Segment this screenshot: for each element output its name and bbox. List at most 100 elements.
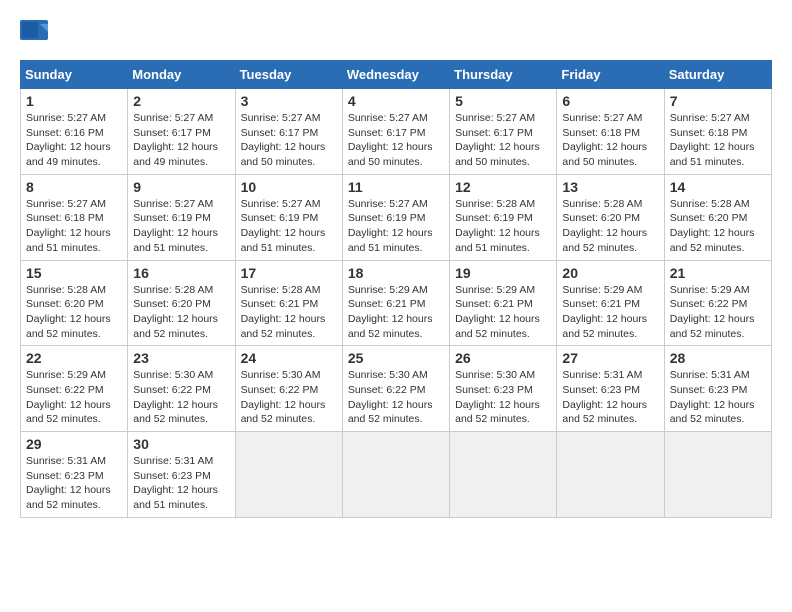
day-info: Sunrise: 5:27 AMSunset: 6:19 PMDaylight:… xyxy=(133,197,229,256)
calendar-cell: 6 Sunrise: 5:27 AMSunset: 6:18 PMDaylight… xyxy=(557,89,664,175)
calendar-cell xyxy=(557,432,664,518)
day-number: 23 xyxy=(133,350,229,366)
day-number: 21 xyxy=(670,265,766,281)
day-number: 8 xyxy=(26,179,122,195)
calendar-header-row: SundayMondayTuesdayWednesdayThursdayFrid… xyxy=(21,61,772,89)
calendar-cell xyxy=(235,432,342,518)
day-number: 29 xyxy=(26,436,122,452)
calendar-week-row: 8Sunrise: 5:27 AMSunset: 6:18 PMDaylight… xyxy=(21,174,772,260)
calendar-week-row: 29 Sunrise: 5:31 AMSunset: 6:23 PMDayligh… xyxy=(21,432,772,518)
day-number: 22 xyxy=(26,350,122,366)
calendar-cell: 22 Sunrise: 5:29 AMSunset: 6:22 PMDayligh… xyxy=(21,346,128,432)
day-number: 12 xyxy=(455,179,551,195)
day-info: Sunrise: 5:27 AMSunset: 6:18 PMDaylight:… xyxy=(562,111,658,170)
day-number: 24 xyxy=(241,350,337,366)
calendar-cell: 19 Sunrise: 5:29 AMSunset: 6:21 PMDayligh… xyxy=(450,260,557,346)
calendar-cell: 17 Sunrise: 5:28 AMSunset: 6:21 PMDayligh… xyxy=(235,260,342,346)
day-info: Sunrise: 5:31 AMSunset: 6:23 PMDaylight:… xyxy=(562,368,658,427)
day-info: Sunrise: 5:27 AMSunset: 6:19 PMDaylight:… xyxy=(348,197,444,256)
header-thursday: Thursday xyxy=(450,61,557,89)
day-number: 4 xyxy=(348,93,444,109)
calendar-week-row: 1Sunrise: 5:27 AMSunset: 6:16 PMDaylight… xyxy=(21,89,772,175)
calendar-cell: 13Sunrise: 5:28 AMSunset: 6:20 PMDayligh… xyxy=(557,174,664,260)
calendar-cell: 1Sunrise: 5:27 AMSunset: 6:16 PMDaylight… xyxy=(21,89,128,175)
calendar-cell: 23 Sunrise: 5:30 AMSunset: 6:22 PMDayligh… xyxy=(128,346,235,432)
day-info: Sunrise: 5:29 AMSunset: 6:22 PMDaylight:… xyxy=(670,283,766,342)
day-info: Sunrise: 5:28 AMSunset: 6:19 PMDaylight:… xyxy=(455,197,551,256)
calendar-cell xyxy=(450,432,557,518)
day-number: 6 xyxy=(562,93,658,109)
calendar-week-row: 22 Sunrise: 5:29 AMSunset: 6:22 PMDayligh… xyxy=(21,346,772,432)
day-info: Sunrise: 5:30 AMSunset: 6:22 PMDaylight:… xyxy=(241,368,337,427)
calendar-cell: 15Sunrise: 5:28 AMSunset: 6:20 PMDayligh… xyxy=(21,260,128,346)
calendar-body: 1Sunrise: 5:27 AMSunset: 6:16 PMDaylight… xyxy=(21,89,772,518)
day-number: 19 xyxy=(455,265,551,281)
day-info: Sunrise: 5:29 AMSunset: 6:22 PMDaylight:… xyxy=(26,368,122,427)
calendar-cell: 26 Sunrise: 5:30 AMSunset: 6:23 PMDayligh… xyxy=(450,346,557,432)
day-number: 20 xyxy=(562,265,658,281)
logo-icon xyxy=(20,20,50,50)
day-number: 25 xyxy=(348,350,444,366)
day-info: Sunrise: 5:31 AMSunset: 6:23 PMDaylight:… xyxy=(670,368,766,427)
calendar-cell: 11 Sunrise: 5:27 AMSunset: 6:19 PMDayligh… xyxy=(342,174,449,260)
calendar-cell: 4 Sunrise: 5:27 AMSunset: 6:17 PMDaylight… xyxy=(342,89,449,175)
calendar-table: SundayMondayTuesdayWednesdayThursdayFrid… xyxy=(20,60,772,518)
day-number: 2 xyxy=(133,93,229,109)
day-info: Sunrise: 5:28 AMSunset: 6:20 PMDaylight:… xyxy=(670,197,766,256)
day-number: 16 xyxy=(133,265,229,281)
calendar-cell: 9Sunrise: 5:27 AMSunset: 6:19 PMDaylight… xyxy=(128,174,235,260)
day-number: 28 xyxy=(670,350,766,366)
calendar-cell: 10 Sunrise: 5:27 AMSunset: 6:19 PMDayligh… xyxy=(235,174,342,260)
calendar-cell: 18 Sunrise: 5:29 AMSunset: 6:21 PMDayligh… xyxy=(342,260,449,346)
calendar-week-row: 15Sunrise: 5:28 AMSunset: 6:20 PMDayligh… xyxy=(21,260,772,346)
day-number: 26 xyxy=(455,350,551,366)
day-info: Sunrise: 5:28 AMSunset: 6:20 PMDaylight:… xyxy=(562,197,658,256)
day-number: 18 xyxy=(348,265,444,281)
calendar-cell: 29 Sunrise: 5:31 AMSunset: 6:23 PMDayligh… xyxy=(21,432,128,518)
header-sunday: Sunday xyxy=(21,61,128,89)
calendar-cell xyxy=(664,432,771,518)
calendar-cell: 24 Sunrise: 5:30 AMSunset: 6:22 PMDayligh… xyxy=(235,346,342,432)
calendar-cell: 16 Sunrise: 5:28 AMSunset: 6:20 PMDayligh… xyxy=(128,260,235,346)
day-info: Sunrise: 5:31 AMSunset: 6:23 PMDaylight:… xyxy=(133,454,229,513)
calendar-cell: 3Sunrise: 5:27 AMSunset: 6:17 PMDaylight… xyxy=(235,89,342,175)
calendar-cell: 2 Sunrise: 5:27 AMSunset: 6:17 PMDaylight… xyxy=(128,89,235,175)
day-number: 11 xyxy=(348,179,444,195)
calendar-cell: 27 Sunrise: 5:31 AMSunset: 6:23 PMDayligh… xyxy=(557,346,664,432)
calendar-cell: 14 Sunrise: 5:28 AMSunset: 6:20 PMDayligh… xyxy=(664,174,771,260)
day-info: Sunrise: 5:27 AMSunset: 6:17 PMDaylight:… xyxy=(241,111,337,170)
day-info: Sunrise: 5:27 AMSunset: 6:19 PMDaylight:… xyxy=(241,197,337,256)
day-number: 14 xyxy=(670,179,766,195)
day-info: Sunrise: 5:29 AMSunset: 6:21 PMDaylight:… xyxy=(562,283,658,342)
day-info: Sunrise: 5:30 AMSunset: 6:22 PMDaylight:… xyxy=(348,368,444,427)
day-number: 17 xyxy=(241,265,337,281)
day-info: Sunrise: 5:30 AMSunset: 6:23 PMDaylight:… xyxy=(455,368,551,427)
day-number: 10 xyxy=(241,179,337,195)
day-info: Sunrise: 5:29 AMSunset: 6:21 PMDaylight:… xyxy=(348,283,444,342)
day-info: Sunrise: 5:31 AMSunset: 6:23 PMDaylight:… xyxy=(26,454,122,513)
header-tuesday: Tuesday xyxy=(235,61,342,89)
header-saturday: Saturday xyxy=(664,61,771,89)
calendar-cell: 7Sunrise: 5:27 AMSunset: 6:18 PMDaylight… xyxy=(664,89,771,175)
day-info: Sunrise: 5:27 AMSunset: 6:17 PMDaylight:… xyxy=(455,111,551,170)
day-info: Sunrise: 5:28 AMSunset: 6:20 PMDaylight:… xyxy=(26,283,122,342)
day-info: Sunrise: 5:28 AMSunset: 6:21 PMDaylight:… xyxy=(241,283,337,342)
day-number: 7 xyxy=(670,93,766,109)
day-info: Sunrise: 5:28 AMSunset: 6:20 PMDaylight:… xyxy=(133,283,229,342)
day-info: Sunrise: 5:27 AMSunset: 6:17 PMDaylight:… xyxy=(348,111,444,170)
header-wednesday: Wednesday xyxy=(342,61,449,89)
day-info: Sunrise: 5:29 AMSunset: 6:21 PMDaylight:… xyxy=(455,283,551,342)
calendar-cell: 28 Sunrise: 5:31 AMSunset: 6:23 PMDayligh… xyxy=(664,346,771,432)
calendar-cell: 30 Sunrise: 5:31 AMSunset: 6:23 PMDayligh… xyxy=(128,432,235,518)
day-number: 5 xyxy=(455,93,551,109)
calendar-cell xyxy=(342,432,449,518)
calendar-cell: 8Sunrise: 5:27 AMSunset: 6:18 PMDaylight… xyxy=(21,174,128,260)
header-monday: Monday xyxy=(128,61,235,89)
day-number: 27 xyxy=(562,350,658,366)
logo xyxy=(20,20,54,50)
day-info: Sunrise: 5:27 AMSunset: 6:17 PMDaylight:… xyxy=(133,111,229,170)
calendar-cell: 20 Sunrise: 5:29 AMSunset: 6:21 PMDayligh… xyxy=(557,260,664,346)
calendar-cell: 25 Sunrise: 5:30 AMSunset: 6:22 PMDayligh… xyxy=(342,346,449,432)
day-number: 30 xyxy=(133,436,229,452)
day-info: Sunrise: 5:30 AMSunset: 6:22 PMDaylight:… xyxy=(133,368,229,427)
